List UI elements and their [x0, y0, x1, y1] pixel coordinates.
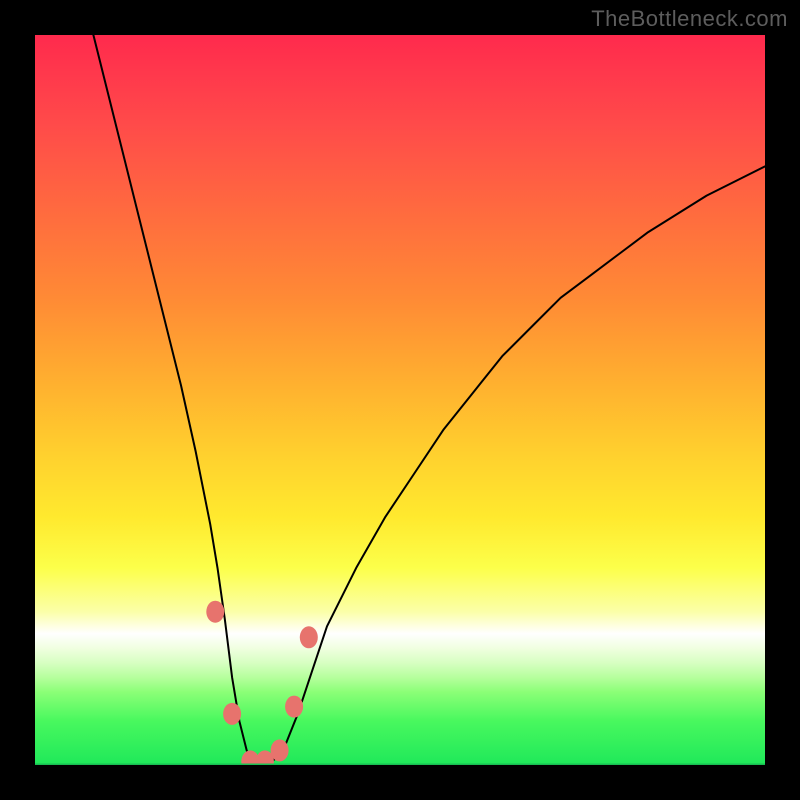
bottleneck-curve	[93, 35, 765, 765]
chart-plot-area	[35, 35, 765, 765]
watermark-text: TheBottleneck.com	[591, 6, 788, 32]
chart-svg	[35, 35, 765, 765]
curve-markers	[206, 601, 317, 765]
chart-frame: TheBottleneck.com	[0, 0, 800, 800]
